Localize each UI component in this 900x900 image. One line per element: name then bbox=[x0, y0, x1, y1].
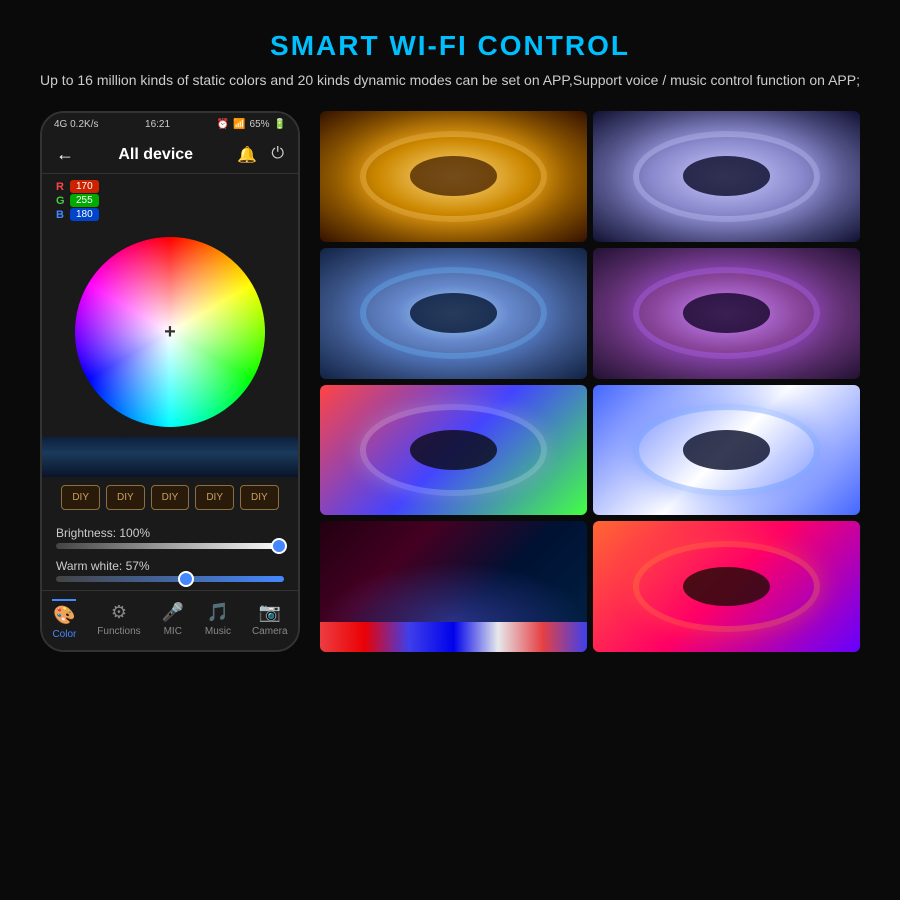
functions-nav-icon: ⚙ bbox=[111, 602, 127, 623]
warmwhite-thumb[interactable] bbox=[178, 571, 194, 587]
diy-row: DIY DIY DIY DIY DIY bbox=[42, 477, 298, 518]
power-btn-icon[interactable]: ⏻ bbox=[271, 145, 284, 165]
diy-btn-3[interactable]: DIY bbox=[151, 485, 190, 510]
strip-4 bbox=[593, 248, 860, 379]
diy-btn-2[interactable]: DIY bbox=[106, 485, 145, 510]
status-bar: 4G 0.2K/s 16:21 ⏰ 📶 65% 🔋 bbox=[42, 113, 298, 136]
rgb-b-row: B 180 bbox=[56, 208, 284, 221]
phone-mockup: 4G 0.2K/s 16:21 ⏰ 📶 65% 🔋 ← All device 🔔… bbox=[40, 111, 300, 652]
battery-icon: 🔋 bbox=[274, 119, 286, 130]
strip-1 bbox=[320, 111, 587, 242]
camera-nav-label: Camera bbox=[252, 626, 288, 637]
skyline-bg bbox=[42, 437, 298, 477]
warmwhite-section: Warm white: 57% bbox=[56, 559, 284, 582]
b-value: 180 bbox=[70, 208, 99, 221]
page-title: SMART WI-FI CONTROL bbox=[270, 30, 630, 62]
warmwhite-track[interactable] bbox=[56, 576, 284, 582]
status-right: ⏰ 📶 65% 🔋 bbox=[217, 119, 286, 130]
diy-btn-4[interactable]: DIY bbox=[195, 485, 234, 510]
nav-camera[interactable]: 📷 Camera bbox=[252, 602, 288, 637]
b-label: B bbox=[56, 209, 66, 221]
color-wheel[interactable]: + bbox=[75, 237, 265, 427]
strip-6 bbox=[593, 385, 860, 516]
g-label: G bbox=[56, 195, 66, 207]
brightness-section: Brightness: 100% bbox=[56, 526, 284, 549]
music-nav-icon: 🎵 bbox=[207, 602, 229, 623]
g-value: 255 bbox=[70, 194, 99, 207]
functions-nav-label: Functions bbox=[97, 626, 140, 637]
r-value: 170 bbox=[70, 180, 99, 193]
camera-nav-icon: 📷 bbox=[259, 602, 281, 623]
brightness-track[interactable] bbox=[56, 543, 284, 549]
brightness-thumb[interactable] bbox=[271, 538, 287, 554]
strips-grid bbox=[320, 111, 860, 652]
all-device-title: All device bbox=[118, 146, 193, 164]
status-time: 16:21 bbox=[145, 119, 170, 130]
rgb-g-row: G 255 bbox=[56, 194, 284, 207]
strip-3 bbox=[320, 248, 587, 379]
alarm-btn-icon[interactable]: 🔔 bbox=[237, 145, 257, 165]
r-label: R bbox=[56, 181, 66, 193]
brightness-label: Brightness: 100% bbox=[56, 526, 284, 540]
signal-icon: 📶 bbox=[233, 119, 245, 130]
strip-5 bbox=[320, 385, 587, 516]
main-content: 4G 0.2K/s 16:21 ⏰ 📶 65% 🔋 ← All device 🔔… bbox=[40, 111, 860, 652]
color-nav-icon: 🎨 bbox=[53, 605, 75, 626]
color-wheel-container[interactable]: + bbox=[42, 227, 298, 437]
bottom-nav: 🎨 Color ⚙ Functions 🎤 MIC 🎵 Music 📷 Came… bbox=[42, 590, 298, 650]
nav-mic[interactable]: 🎤 MIC bbox=[162, 602, 184, 637]
crosshair-icon: + bbox=[164, 321, 176, 344]
rgb-r-row: R 170 bbox=[56, 180, 284, 193]
mic-nav-label: MIC bbox=[164, 626, 182, 637]
diy-btn-5[interactable]: DIY bbox=[240, 485, 279, 510]
status-left: 4G 0.2K/s bbox=[54, 119, 98, 130]
music-nav-label: Music bbox=[205, 626, 231, 637]
nav-color[interactable]: 🎨 Color bbox=[52, 599, 76, 640]
diy-btn-1[interactable]: DIY bbox=[61, 485, 100, 510]
nav-functions[interactable]: ⚙ Functions bbox=[97, 602, 140, 637]
warmwhite-label: Warm white: 57% bbox=[56, 559, 284, 573]
rgb-values: R 170 G 255 B 180 bbox=[42, 174, 298, 227]
sliders-area: Brightness: 100% Warm white: 57% bbox=[42, 518, 298, 590]
app-header: ← All device 🔔 ⏻ bbox=[42, 136, 298, 174]
back-icon[interactable]: ← bbox=[56, 144, 74, 165]
battery-text: 65% bbox=[250, 119, 270, 130]
nav-music[interactable]: 🎵 Music bbox=[205, 602, 231, 637]
page-subtitle: Up to 16 million kinds of static colors … bbox=[40, 70, 860, 91]
header-icons: 🔔 ⏻ bbox=[237, 145, 284, 165]
strip-2 bbox=[593, 111, 860, 242]
strip-8 bbox=[593, 521, 860, 652]
mic-nav-icon: 🎤 bbox=[162, 602, 184, 623]
color-nav-label: Color bbox=[52, 629, 76, 640]
strip-7 bbox=[320, 521, 587, 652]
alarm-icon: ⏰ bbox=[217, 119, 229, 130]
